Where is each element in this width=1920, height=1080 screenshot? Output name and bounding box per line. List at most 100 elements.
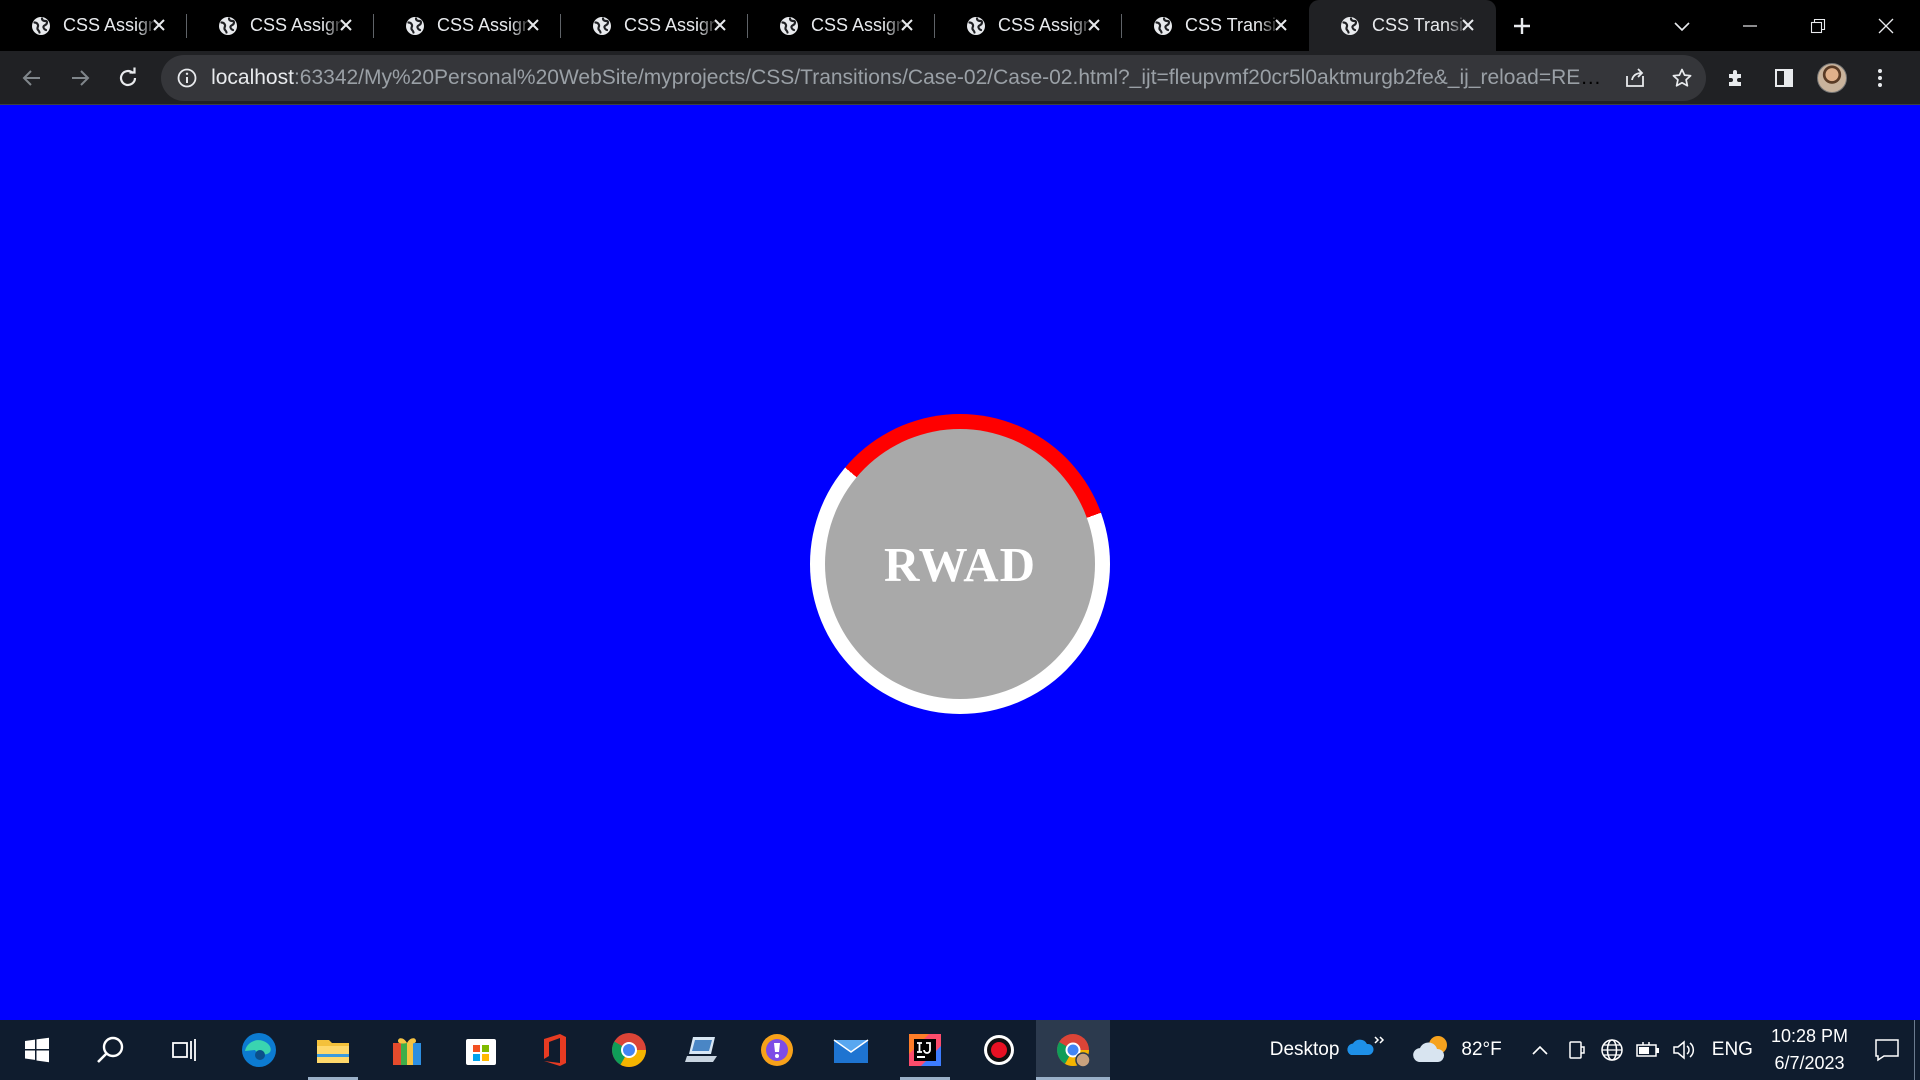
intellij-icon (909, 1034, 941, 1066)
url-path: :63342/My%20Personal%20WebSite/myproject… (293, 65, 1612, 89)
system-tray: Desktop 82°F ENG 10:28 PM 6/7/2023 (1270, 1020, 1920, 1080)
close-tab-button[interactable] (336, 15, 356, 35)
rwad-badge-text: RWAD (883, 536, 1036, 592)
new-tab-button[interactable] (1496, 0, 1548, 51)
start-button[interactable] (0, 1020, 74, 1080)
globe-icon (780, 16, 798, 35)
chevron-up-icon (1532, 1045, 1548, 1055)
menu-button[interactable] (1856, 54, 1904, 102)
tab-search-button[interactable] (1648, 0, 1716, 51)
tab-title: CSS Assignment (63, 15, 158, 35)
taskbar-mail[interactable] (814, 1020, 888, 1080)
close-icon (1462, 19, 1474, 31)
taskbar-recorder[interactable] (962, 1020, 1036, 1080)
temperature-text[interactable]: 82°F (1461, 1039, 1501, 1061)
browser-tab[interactable]: CSS Assignment (0, 0, 187, 51)
taskbar-office[interactable] (518, 1020, 592, 1080)
tab-title: CSS Transitions (1185, 15, 1280, 35)
puzzle-icon (1729, 69, 1741, 86)
notifications-button[interactable] (1860, 1020, 1914, 1080)
bookmark-button[interactable] (1659, 55, 1706, 101)
laptop-app-icon (685, 1037, 717, 1062)
device-tray-button[interactable] (1558, 1020, 1594, 1080)
taskbar-edge[interactable] (222, 1020, 296, 1080)
microsoft-store-icon (466, 1039, 496, 1065)
extensions-button[interactable] (1712, 54, 1760, 102)
taskbar-intellij[interactable] (888, 1020, 962, 1080)
close-icon (527, 19, 539, 31)
close-tab-button[interactable] (710, 15, 730, 35)
back-button[interactable] (8, 54, 56, 102)
clock-time: 10:28 PM (1770, 1026, 1848, 1046)
tab-title: CSS Transitions (1372, 15, 1467, 35)
weather-partly-cloudy-icon (1413, 1036, 1448, 1062)
browser-tab[interactable]: CSS Transitions (1309, 0, 1496, 51)
close-window-button[interactable] (1852, 0, 1920, 51)
close-icon (1275, 19, 1287, 31)
task-view-icon (172, 1039, 196, 1061)
info-icon (177, 68, 196, 87)
file-explorer-icon (317, 1040, 349, 1063)
globe-icon (967, 16, 985, 35)
forward-button[interactable] (56, 54, 104, 102)
globe-icon (219, 16, 237, 35)
browser-tab[interactable]: CSS Assignment (374, 0, 561, 51)
profile-button[interactable] (1808, 54, 1856, 102)
window-controls (1648, 0, 1920, 51)
close-icon (1878, 18, 1894, 33)
taskbar-chrome[interactable] (592, 1020, 666, 1080)
notification-icon (1875, 1039, 1899, 1062)
close-tab-button[interactable] (149, 15, 169, 35)
task-view-button[interactable] (148, 1020, 222, 1080)
url-text[interactable]: localhost:63342/My%20Personal%20WebSite/… (211, 66, 1612, 90)
close-tab-button[interactable] (1271, 15, 1291, 35)
taskbar-search-button[interactable] (74, 1020, 148, 1080)
desktop-toolbar-label[interactable]: Desktop (1270, 1039, 1340, 1061)
close-tab-button[interactable] (1458, 15, 1478, 35)
rwad-badge[interactable]: RWAD (810, 414, 1110, 714)
edge-icon (242, 1033, 276, 1067)
onedrive-button[interactable] (1339, 1020, 1391, 1080)
close-tab-button[interactable] (897, 15, 917, 35)
taskbar-gift-app[interactable] (370, 1020, 444, 1080)
taskbar-microsoft-store[interactable] (444, 1020, 518, 1080)
taskbar-vpn[interactable] (740, 1020, 814, 1080)
windows-taskbar: Desktop 82°F ENG 10:28 PM 6/7/2023 (0, 1020, 1920, 1080)
taskbar-laptop-app[interactable] (666, 1020, 740, 1080)
battery-button[interactable] (1630, 1020, 1666, 1080)
arrow-left-icon (22, 69, 40, 86)
language-indicator[interactable]: ENG (1712, 1039, 1753, 1061)
share-button[interactable] (1612, 55, 1659, 101)
network-button[interactable] (1594, 1020, 1630, 1080)
globe-icon (593, 16, 611, 35)
weather-button[interactable] (1405, 1020, 1461, 1080)
minimize-button[interactable] (1716, 0, 1784, 51)
browser-tab[interactable]: CSS Assignment (748, 0, 935, 51)
browser-tab[interactable]: CSS Transitions (1122, 0, 1309, 51)
globe-icon (32, 16, 50, 35)
clock[interactable]: 10:28 PM 6/7/2023 (1771, 1023, 1848, 1077)
side-panel-button[interactable] (1760, 54, 1808, 102)
taskbar-chrome-profile[interactable] (1036, 1020, 1110, 1080)
reload-button[interactable] (104, 54, 152, 102)
tab-title: CSS Assignment (250, 15, 345, 35)
taskbar-file-explorer[interactable] (296, 1020, 370, 1080)
restore-button[interactable] (1784, 0, 1852, 51)
more-vert-icon (1878, 68, 1882, 87)
globe-icon (1341, 16, 1359, 35)
browser-tab[interactable]: CSS Assignment (187, 0, 374, 51)
show-hidden-icons-button[interactable] (1522, 1020, 1558, 1080)
tab-list: CSS Assignment CSS Assignment CSS Assignme… (0, 0, 1496, 51)
volume-button[interactable] (1666, 1020, 1702, 1080)
tab-title: CSS Assignment (624, 15, 719, 35)
avatar (1817, 62, 1847, 93)
close-tab-button[interactable] (1084, 15, 1104, 35)
browser-tab[interactable]: CSS Assignment (935, 0, 1122, 51)
close-icon (1088, 19, 1100, 31)
site-info-button[interactable] (164, 55, 209, 101)
address-bar[interactable]: localhost:63342/My%20Personal%20WebSite/… (161, 54, 1706, 101)
show-desktop-button[interactable] (1914, 1020, 1920, 1080)
browser-tab[interactable]: CSS Assignment (561, 0, 748, 51)
tab-title: CSS Assignment (437, 15, 532, 35)
close-tab-button[interactable] (523, 15, 543, 35)
